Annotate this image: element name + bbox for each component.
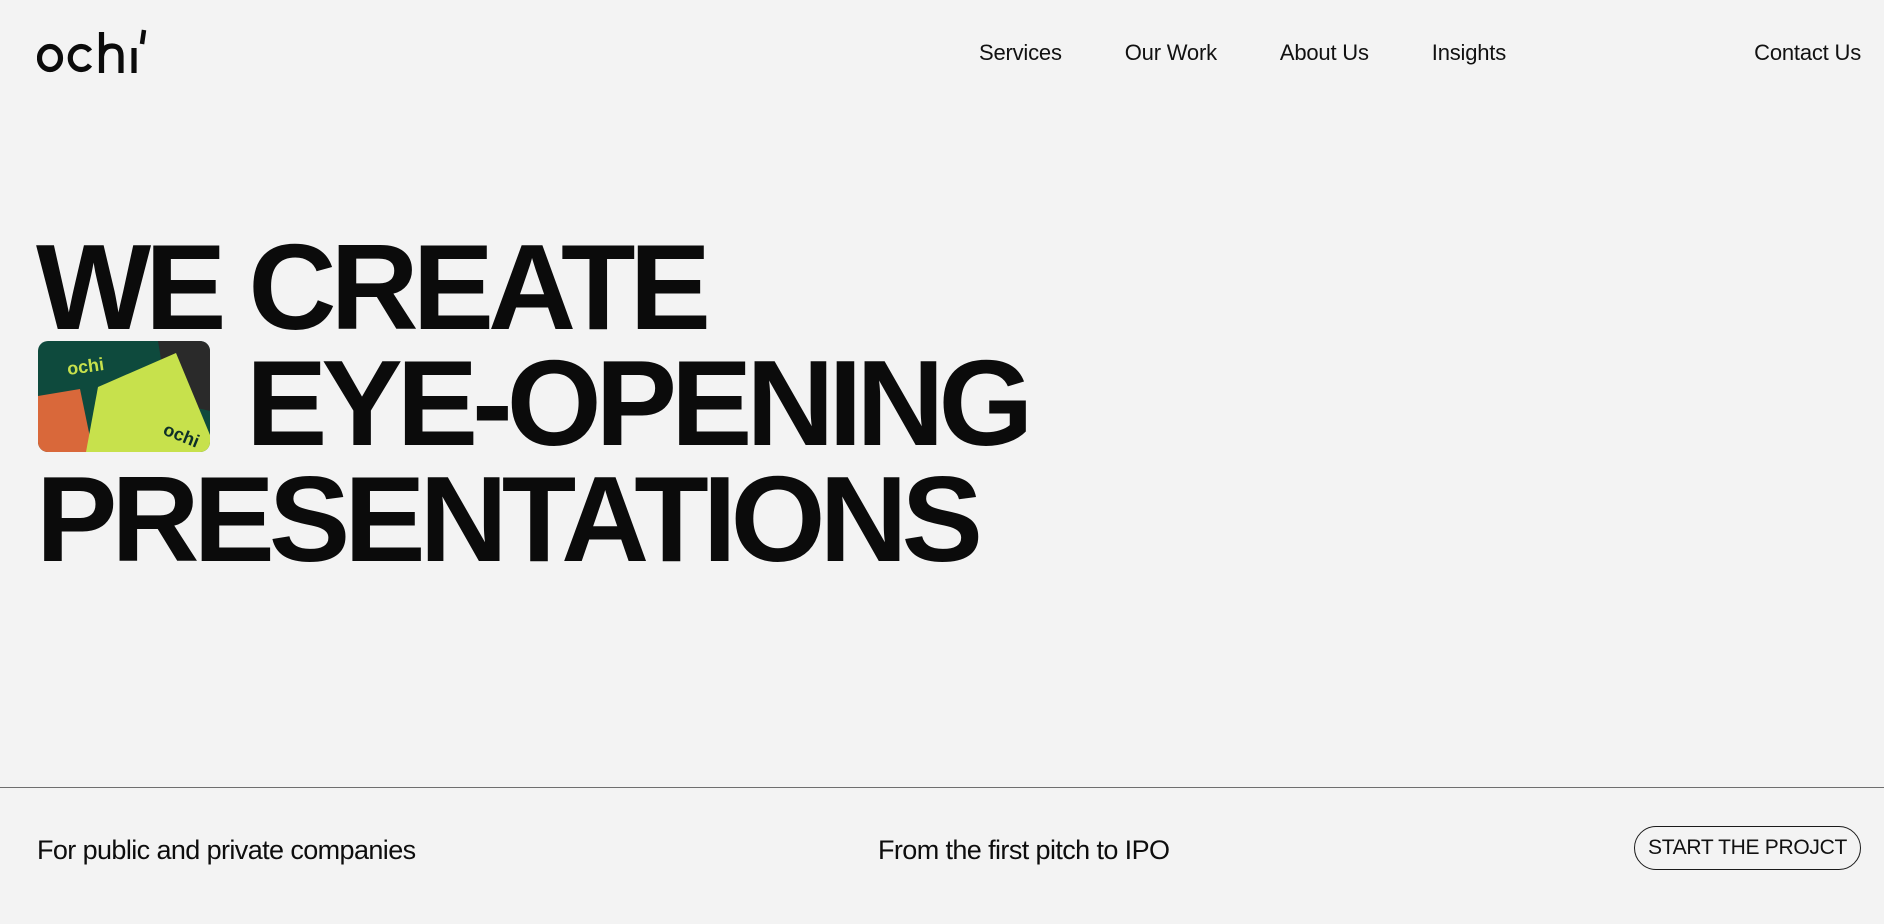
tagline-companies: For public and private companies xyxy=(37,835,416,865)
hero-thumbnail-image: ochi ochi xyxy=(38,341,210,452)
contact-us-link[interactable]: Contact Us xyxy=(1754,40,1861,66)
landing-page: Services Our Work About Us Insights Cont… xyxy=(0,0,1884,924)
hero-heading-line-3: PRESENTATIONS xyxy=(36,451,983,587)
tagline-pitch-to-ipo: From the first pitch to IPO xyxy=(878,835,1170,865)
nav-about-us-link[interactable]: About Us xyxy=(1280,40,1369,66)
nav-services-link[interactable]: Services xyxy=(979,40,1062,66)
main-nav: Services Our Work About Us Insights xyxy=(979,40,1506,66)
ochi-logo[interactable] xyxy=(37,28,153,78)
nav-insights-link[interactable]: Insights xyxy=(1432,40,1506,66)
nav-our-work-link[interactable]: Our Work xyxy=(1125,40,1217,66)
section-divider xyxy=(0,787,1884,788)
start-project-button[interactable]: START THE PROJCT xyxy=(1633,826,1861,870)
hero-heading-line-2: EYE-OPENING xyxy=(246,335,1033,471)
hero-heading-line-1: WE CREATE xyxy=(36,219,711,355)
